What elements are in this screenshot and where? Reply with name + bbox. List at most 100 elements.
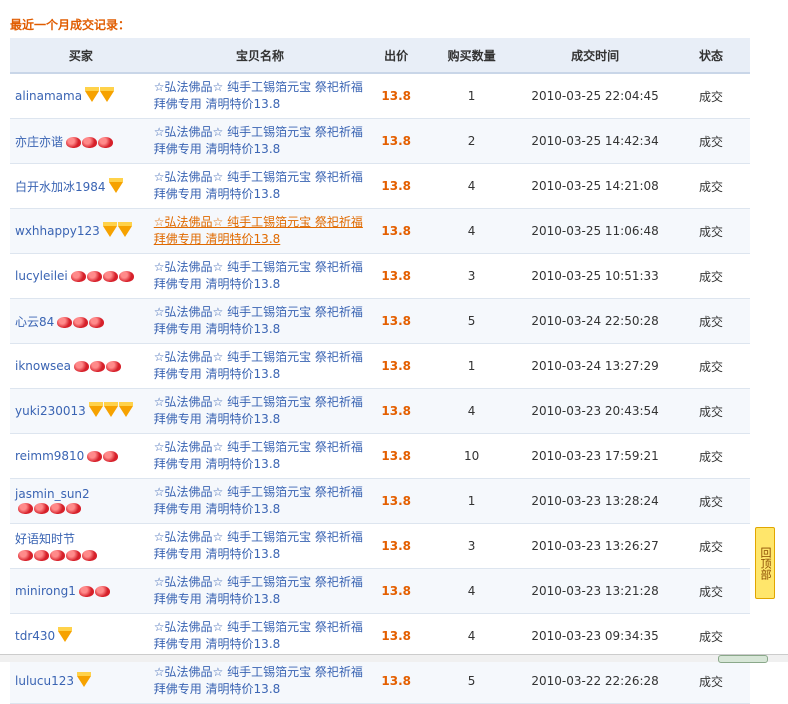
- item-link[interactable]: ☆弘法佛品☆ 纯手工锡箔元宝 祭祀祈福 拜佛专用 清明特价13.8: [154, 529, 367, 563]
- price-value: 13.8: [381, 449, 411, 463]
- credit-badges: [108, 178, 124, 194]
- credit-badges: [58, 627, 73, 643]
- credit-badges: [78, 584, 111, 598]
- table-row: lucyleilei ☆弘法佛品☆ 纯手工锡箔元宝 祭祀祈福 拜佛专用 清明特价…: [10, 253, 750, 299]
- item-link[interactable]: ☆弘法佛品☆ 纯手工锡箔元宝 祭祀祈福 拜佛专用 清明特价13.8: [154, 439, 367, 473]
- buyer-name[interactable]: jasmin_sun2: [15, 487, 90, 501]
- item-link[interactable]: ☆弘法佛品☆ 纯手工锡箔元宝 祭祀祈福 拜佛专用 清明特价13.8: [154, 304, 367, 338]
- buyer-name[interactable]: tdr430: [15, 629, 55, 643]
- item-name-line2: 拜佛专用 清明特价13.8: [153, 547, 281, 561]
- table-row: minirong1 ☆弘法佛品☆ 纯手工锡箔元宝 祭祀祈福 拜佛专用 清明特价1…: [10, 568, 750, 614]
- price-value: 13.8: [381, 494, 411, 508]
- credit-badges: [102, 222, 133, 238]
- item-link[interactable]: ☆弘法佛品☆ 纯手工锡箔元宝 祭祀祈福 拜佛专用 清明特价13.8: [154, 664, 367, 698]
- heart-rank-icon: [66, 503, 81, 515]
- item-link[interactable]: ☆弘法佛品☆ 纯手工锡箔元宝 祭祀祈福 拜佛专用 清明特价13.8: [154, 619, 367, 653]
- buyer-name[interactable]: 亦庄亦谐: [15, 135, 63, 149]
- credit-badges: [85, 87, 115, 103]
- heart-rank-icon: [82, 549, 97, 561]
- page-title: 最近一个月成交记录：: [10, 18, 131, 32]
- quantity-cell: 4: [425, 388, 519, 434]
- item-link[interactable]: ☆弘法佛品☆ 纯手工锡箔元宝 祭祀祈福 拜佛专用 清明特价13.8: [154, 79, 367, 113]
- price-cell: 13.8: [367, 388, 426, 434]
- item-cell: ☆弘法佛品☆ 纯手工锡箔元宝 祭祀祈福 拜佛专用 清明特价13.8: [152, 613, 368, 659]
- heart-rank-icon: [118, 271, 134, 283]
- buyer-name[interactable]: minirong1: [15, 584, 76, 598]
- status-cell: 成交: [672, 613, 750, 659]
- heart-rank-icon: [89, 317, 105, 328]
- price-cell: 13.8: [367, 118, 426, 164]
- heart-rank-icon: [73, 317, 89, 328]
- price-value: 13.8: [381, 359, 411, 373]
- item-link[interactable]: ☆弘法佛品☆ 纯手工锡箔元宝 祭祀祈福 拜佛专用 清明特价13.8: [154, 394, 367, 428]
- item-name-line1: ☆弘法佛品☆ 纯手工锡箔元宝 祭祀祈福: [153, 665, 363, 679]
- price-cell: 13.8: [367, 298, 426, 344]
- heart-rank-icon: [70, 271, 86, 283]
- table-row: iknowsea ☆弘法佛品☆ 纯手工锡箔元宝 祭祀祈福 拜佛专用 清明特价13…: [10, 343, 750, 389]
- heart-rank-icon: [18, 549, 33, 561]
- item-name-line2: 拜佛专用 清明特价13.8: [153, 502, 281, 516]
- item-link[interactable]: ☆弘法佛品☆ 纯手工锡箔元宝 祭祀祈福 拜佛专用 清明特价13.8: [154, 124, 367, 158]
- price-cell: 13.8: [367, 343, 426, 389]
- time-cell: 2010-03-24 22:50:28: [518, 298, 673, 344]
- table-row: yuki230013 ☆弘法佛品☆ 纯手工锡箔元宝 祭祀祈福 拜佛专用 清明特价…: [10, 388, 750, 434]
- buyer-name[interactable]: alinamama: [15, 89, 82, 103]
- diamond-rank-icon: [77, 672, 91, 688]
- item-name-line1: ☆弘法佛品☆ 纯手工锡箔元宝 祭祀祈福: [153, 530, 363, 544]
- item-name-line1: ☆弘法佛品☆ 纯手工锡箔元宝 祭祀祈福: [153, 260, 363, 274]
- heart-rank-icon: [106, 361, 122, 373]
- item-name-line2: 拜佛专用 清明特价13.8: [153, 592, 281, 606]
- buyer-name[interactable]: lulucu123: [15, 674, 74, 688]
- diamond-rank-icon: [108, 178, 123, 193]
- price-value: 13.8: [381, 89, 411, 103]
- heart-rank-icon: [57, 317, 73, 328]
- price-value: 13.8: [381, 314, 411, 328]
- buyer-cell: 白开水加冰1984: [10, 163, 153, 209]
- buyer-name[interactable]: yuki230013: [15, 404, 86, 418]
- item-link[interactable]: ☆弘法佛品☆ 纯手工锡箔元宝 祭祀祈福 拜佛专用 清明特价13.8: [154, 574, 367, 608]
- buyer-name[interactable]: 好语知时节: [15, 532, 75, 546]
- status-cell: 成交: [672, 478, 750, 524]
- buyer-cell: yuki230013: [10, 388, 153, 434]
- item-link[interactable]: ☆弘法佛品☆ 纯手工锡箔元宝 祭祀祈福 拜佛专用 清明特价13.8: [154, 214, 367, 248]
- table-row: alinamama ☆弘法佛品☆ 纯手工锡箔元宝 祭祀祈福 拜佛专用 清明特价1…: [10, 73, 750, 119]
- price-value: 13.8: [381, 179, 411, 193]
- table-row: lulucu123 ☆弘法佛品☆ 纯手工锡箔元宝 祭祀祈福 拜佛专用 清明特价1…: [10, 658, 750, 704]
- item-link[interactable]: ☆弘法佛品☆ 纯手工锡箔元宝 祭祀祈福 拜佛专用 清明特价13.8: [154, 349, 367, 383]
- quantity-cell: 3: [425, 253, 519, 299]
- diamond-rank-icon: [118, 402, 133, 418]
- buyer-cell: tdr430: [10, 613, 153, 659]
- diamond-rank-icon: [88, 402, 103, 418]
- item-link[interactable]: ☆弘法佛品☆ 纯手工锡箔元宝 祭祀祈福 拜佛专用 清明特价13.8: [154, 259, 367, 293]
- price-cell: 13.8: [367, 658, 426, 704]
- credit-badges: [77, 672, 92, 688]
- table-row: jasmin_sun2 ☆弘法佛品☆ 纯手工锡箔元宝 祭祀祈福 拜佛专用 清明特…: [10, 478, 750, 524]
- price-value: 13.8: [381, 584, 411, 598]
- table-row: tdr430 ☆弘法佛品☆ 纯手工锡箔元宝 祭祀祈福 拜佛专用 清明特价13.8…: [10, 613, 750, 659]
- item-link[interactable]: ☆弘法佛品☆ 纯手工锡箔元宝 祭祀祈福 拜佛专用 清明特价13.8: [154, 169, 367, 203]
- buyer-name[interactable]: wxhhappy123: [15, 224, 100, 238]
- item-cell: ☆弘法佛品☆ 纯手工锡箔元宝 祭祀祈福 拜佛专用 清明特价13.8: [152, 208, 368, 254]
- buyer-cell: reimm9810: [10, 433, 153, 479]
- back-to-top-button[interactable]: 回顶部: [755, 527, 775, 599]
- heart-rank-icon: [94, 586, 110, 598]
- buyer-name[interactable]: iknowsea: [15, 359, 71, 373]
- status-cell: 成交: [672, 433, 750, 479]
- time-cell: 2010-03-22 22:26:28: [518, 658, 673, 704]
- buyer-cell: alinamama: [10, 73, 153, 119]
- item-name-line2: 拜佛专用 清明特价13.8: [153, 457, 281, 471]
- price-value: 13.8: [381, 539, 411, 553]
- item-name-line1: ☆弘法佛品☆ 纯手工锡箔元宝 祭祀祈福: [153, 620, 363, 634]
- quantity-cell: 5: [425, 298, 519, 344]
- buyer-name[interactable]: 白开水加冰1984: [15, 180, 106, 194]
- item-cell: ☆弘法佛品☆ 纯手工锡箔元宝 祭祀祈福 拜佛专用 清明特价13.8: [152, 253, 368, 299]
- item-link[interactable]: ☆弘法佛品☆ 纯手工锡箔元宝 祭祀祈福 拜佛专用 清明特价13.8: [154, 484, 367, 518]
- status-cell: 成交: [672, 523, 750, 569]
- buyer-name[interactable]: 心云84: [15, 315, 54, 329]
- buyer-name[interactable]: reimm9810: [15, 449, 84, 463]
- statusbar-widget[interactable]: [718, 655, 768, 663]
- item-name-line1: ☆弘法佛品☆ 纯手工锡箔元宝 祭祀祈福: [153, 575, 363, 589]
- time-cell: 2010-03-24 13:27:29: [518, 343, 673, 389]
- buyer-name[interactable]: lucyleilei: [15, 269, 68, 283]
- price-value: 13.8: [381, 629, 411, 643]
